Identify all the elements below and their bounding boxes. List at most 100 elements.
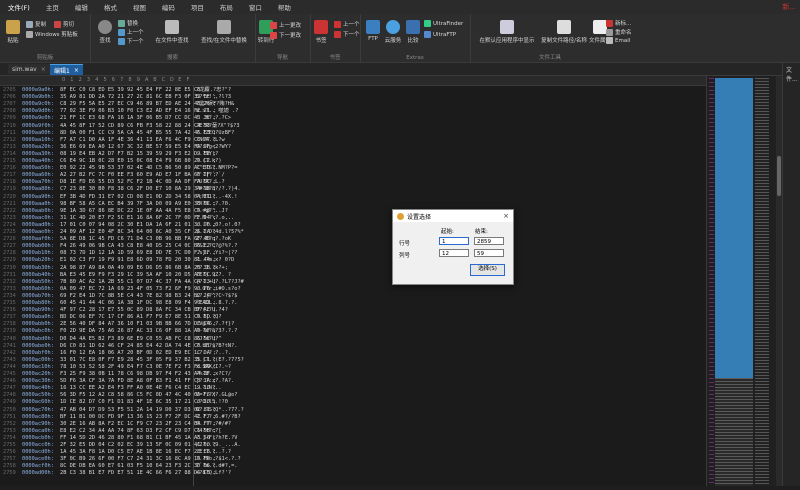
line-number: 2705 <box>3 87 16 93</box>
windows-clipboard-button[interactable]: Windows 剪贴板 <box>26 30 78 38</box>
ascii-text: ?N6A.?L?w <box>196 136 225 143</box>
find-next-button[interactable]: 下一个 <box>118 37 144 45</box>
set-selection-dialog: 设置选择 × 起始: 结束: 行号 列号 1 2859 12 59 选择(S) <box>392 209 514 285</box>
column-end-input[interactable]: 59 <box>474 249 504 257</box>
replace-in-files-button[interactable]: 查找/在文件中替换 <box>196 20 252 44</box>
find-button[interactable]: 查找 <box>96 20 114 44</box>
minimap[interactable] <box>706 76 777 486</box>
tab-bar: sim.wav × 编辑1 × <box>0 63 800 76</box>
row-end-input[interactable]: 2859 <box>474 237 504 245</box>
paste-button[interactable]: 粘贴 <box>4 20 22 44</box>
offset: 0000abf0h: <box>22 349 54 356</box>
email-button[interactable]: Email <box>606 37 630 44</box>
column-start-input[interactable]: 12 <box>439 249 469 257</box>
cut-button[interactable]: 剪切 <box>54 20 74 28</box>
line-number: 2722 <box>3 207 16 214</box>
menu-item-2[interactable]: 编辑 <box>67 2 96 12</box>
file-panel-label: 文件... <box>786 67 798 83</box>
close-icon[interactable]: × <box>74 67 79 74</box>
ascii-text: ! .h?.?.?C> <box>196 115 232 122</box>
window-controls[interactable]: 新... <box>782 2 796 12</box>
line-number: 2756 <box>3 449 16 456</box>
menu-item-8[interactable]: 窗口 <box>241 2 270 12</box>
bookmark-button[interactable]: 书签 <box>312 20 330 44</box>
offset: 0000aae0h: <box>22 229 54 235</box>
select-button[interactable]: 选择(S) <box>470 264 505 276</box>
line-number: 2731 <box>3 271 16 278</box>
replace-button[interactable]: 替换 <box>118 19 138 27</box>
open-default-app-button[interactable]: 在默认应用程序中显示 <box>478 20 536 44</box>
compare-button[interactable]: 比较 <box>404 20 422 44</box>
scrollbar-thumb[interactable] <box>777 156 781 196</box>
ascii-text: +?8?Q.Lf?'? <box>196 470 232 477</box>
line-number: 2739 <box>3 328 16 335</box>
menu-item-9[interactable]: 帮助 <box>270 2 299 12</box>
close-icon[interactable]: × <box>503 212 509 220</box>
menu-item-4[interactable]: 视图 <box>125 2 154 12</box>
menu-item-1[interactable]: 主页 <box>38 2 67 12</box>
tab-edit1[interactable]: 编辑1 × <box>50 64 83 75</box>
ruler-tick: E <box>178 77 182 83</box>
compare-icon <box>406 20 420 34</box>
new-tab-button[interactable]: 新标... <box>606 19 631 27</box>
tab-sim-wav[interactable]: sim.wav × <box>8 64 50 74</box>
paste-label: 粘贴 <box>7 38 19 44</box>
close-icon[interactable]: × <box>41 66 46 73</box>
find-prev-button[interactable]: 上一个 <box>118 28 144 36</box>
ultrafinder-icon <box>424 20 431 27</box>
compare-label: 比较 <box>407 38 419 44</box>
offset: 0000aa80h: <box>22 186 54 193</box>
next-change-button[interactable]: 下一更改 <box>270 31 301 39</box>
ascii-text: ?;M?1?..-4X.! <box>196 193 238 200</box>
ascii-text: /2?..?9._...A. <box>196 442 241 448</box>
line-number: 2742 <box>3 349 16 356</box>
rename-button[interactable]: 重命名 <box>606 28 632 36</box>
tab-sim-wav-label: sim.wav <box>12 65 37 73</box>
cloud-button[interactable]: 云服务 <box>382 20 404 44</box>
ascii-text: Z?.E?q?.?oK <box>196 236 232 243</box>
copy-path-button[interactable]: 复制文件路径/名称 <box>540 20 588 44</box>
ultrafinder-button[interactable]: UltraFinder <box>424 20 463 27</box>
menu-item-3[interactable]: 格式 <box>96 2 125 12</box>
line-number: 2750 <box>3 406 16 413</box>
copy-button[interactable]: 复制 <box>26 20 46 28</box>
offset: 0000ac90h: <box>22 420 54 427</box>
group-label-file-tools: 文件工具 <box>538 55 561 61</box>
ascii-text: 6?i?g<2?WY? <box>196 143 232 150</box>
offset: 0000aa70h: <box>22 179 54 186</box>
offset: 0000ab40h: <box>22 271 54 278</box>
offset: 0000ab30h: <box>22 264 54 271</box>
bookmark-icon <box>314 20 328 34</box>
ascii-text: .V@?6.?.?f}? <box>196 321 235 328</box>
ascii-text: ...?.,0?.o!.0? <box>196 221 241 228</box>
ftp-button[interactable]: FTP <box>364 20 382 42</box>
ascii-text: *?.I.?k?+; <box>196 264 228 271</box>
bookmark-next-label: 下一个 <box>343 32 360 38</box>
menu-item-5[interactable]: 编码 <box>154 2 183 12</box>
find-in-files-button[interactable]: 在文件中查找 <box>152 20 192 44</box>
bookmark-next-button[interactable]: 下一个 <box>334 30 360 38</box>
row-start-input[interactable]: 1 <box>439 237 469 245</box>
line-number: 2747 <box>3 385 16 392</box>
menu-item-7[interactable]: 布局 <box>212 2 241 12</box>
bookmark-prev-button[interactable]: 上一个 <box>334 20 360 28</box>
replace-icon <box>118 19 125 27</box>
ruler-tick: 7 <box>120 77 124 83</box>
line-number: 2754 <box>3 434 16 441</box>
prev-change-button[interactable]: 上一更改 <box>270 21 301 29</box>
ultraftp-button[interactable]: UltraFTP <box>424 31 456 38</box>
menu-item-0[interactable]: 文件(F) <box>0 2 38 12</box>
menu-item-6[interactable]: 项目 <box>183 2 212 12</box>
vertical-scrollbar[interactable] <box>776 76 782 486</box>
cut-label: 剪切 <box>63 22 75 28</box>
hex-editor[interactable]: 2705 0000a9a0h: 8F EC C0 C8 ED E5 39 92 45… <box>0 86 706 486</box>
magnifier-icon <box>98 20 112 34</box>
ascii-text: ..?9Y)? <box>196 150 219 157</box>
ftp-icon <box>366 20 380 34</box>
line-number: 2732 <box>3 278 16 285</box>
line-number: 2727 <box>3 243 16 250</box>
ascii-text: .s}...Yi?~|?? <box>196 250 238 257</box>
offset: 0000ab50h: <box>22 278 54 285</box>
ascii-text: ..G?r.i#O.s?o? <box>196 285 241 292</box>
column-ruler: 0123456789ABCDEF <box>0 76 706 86</box>
